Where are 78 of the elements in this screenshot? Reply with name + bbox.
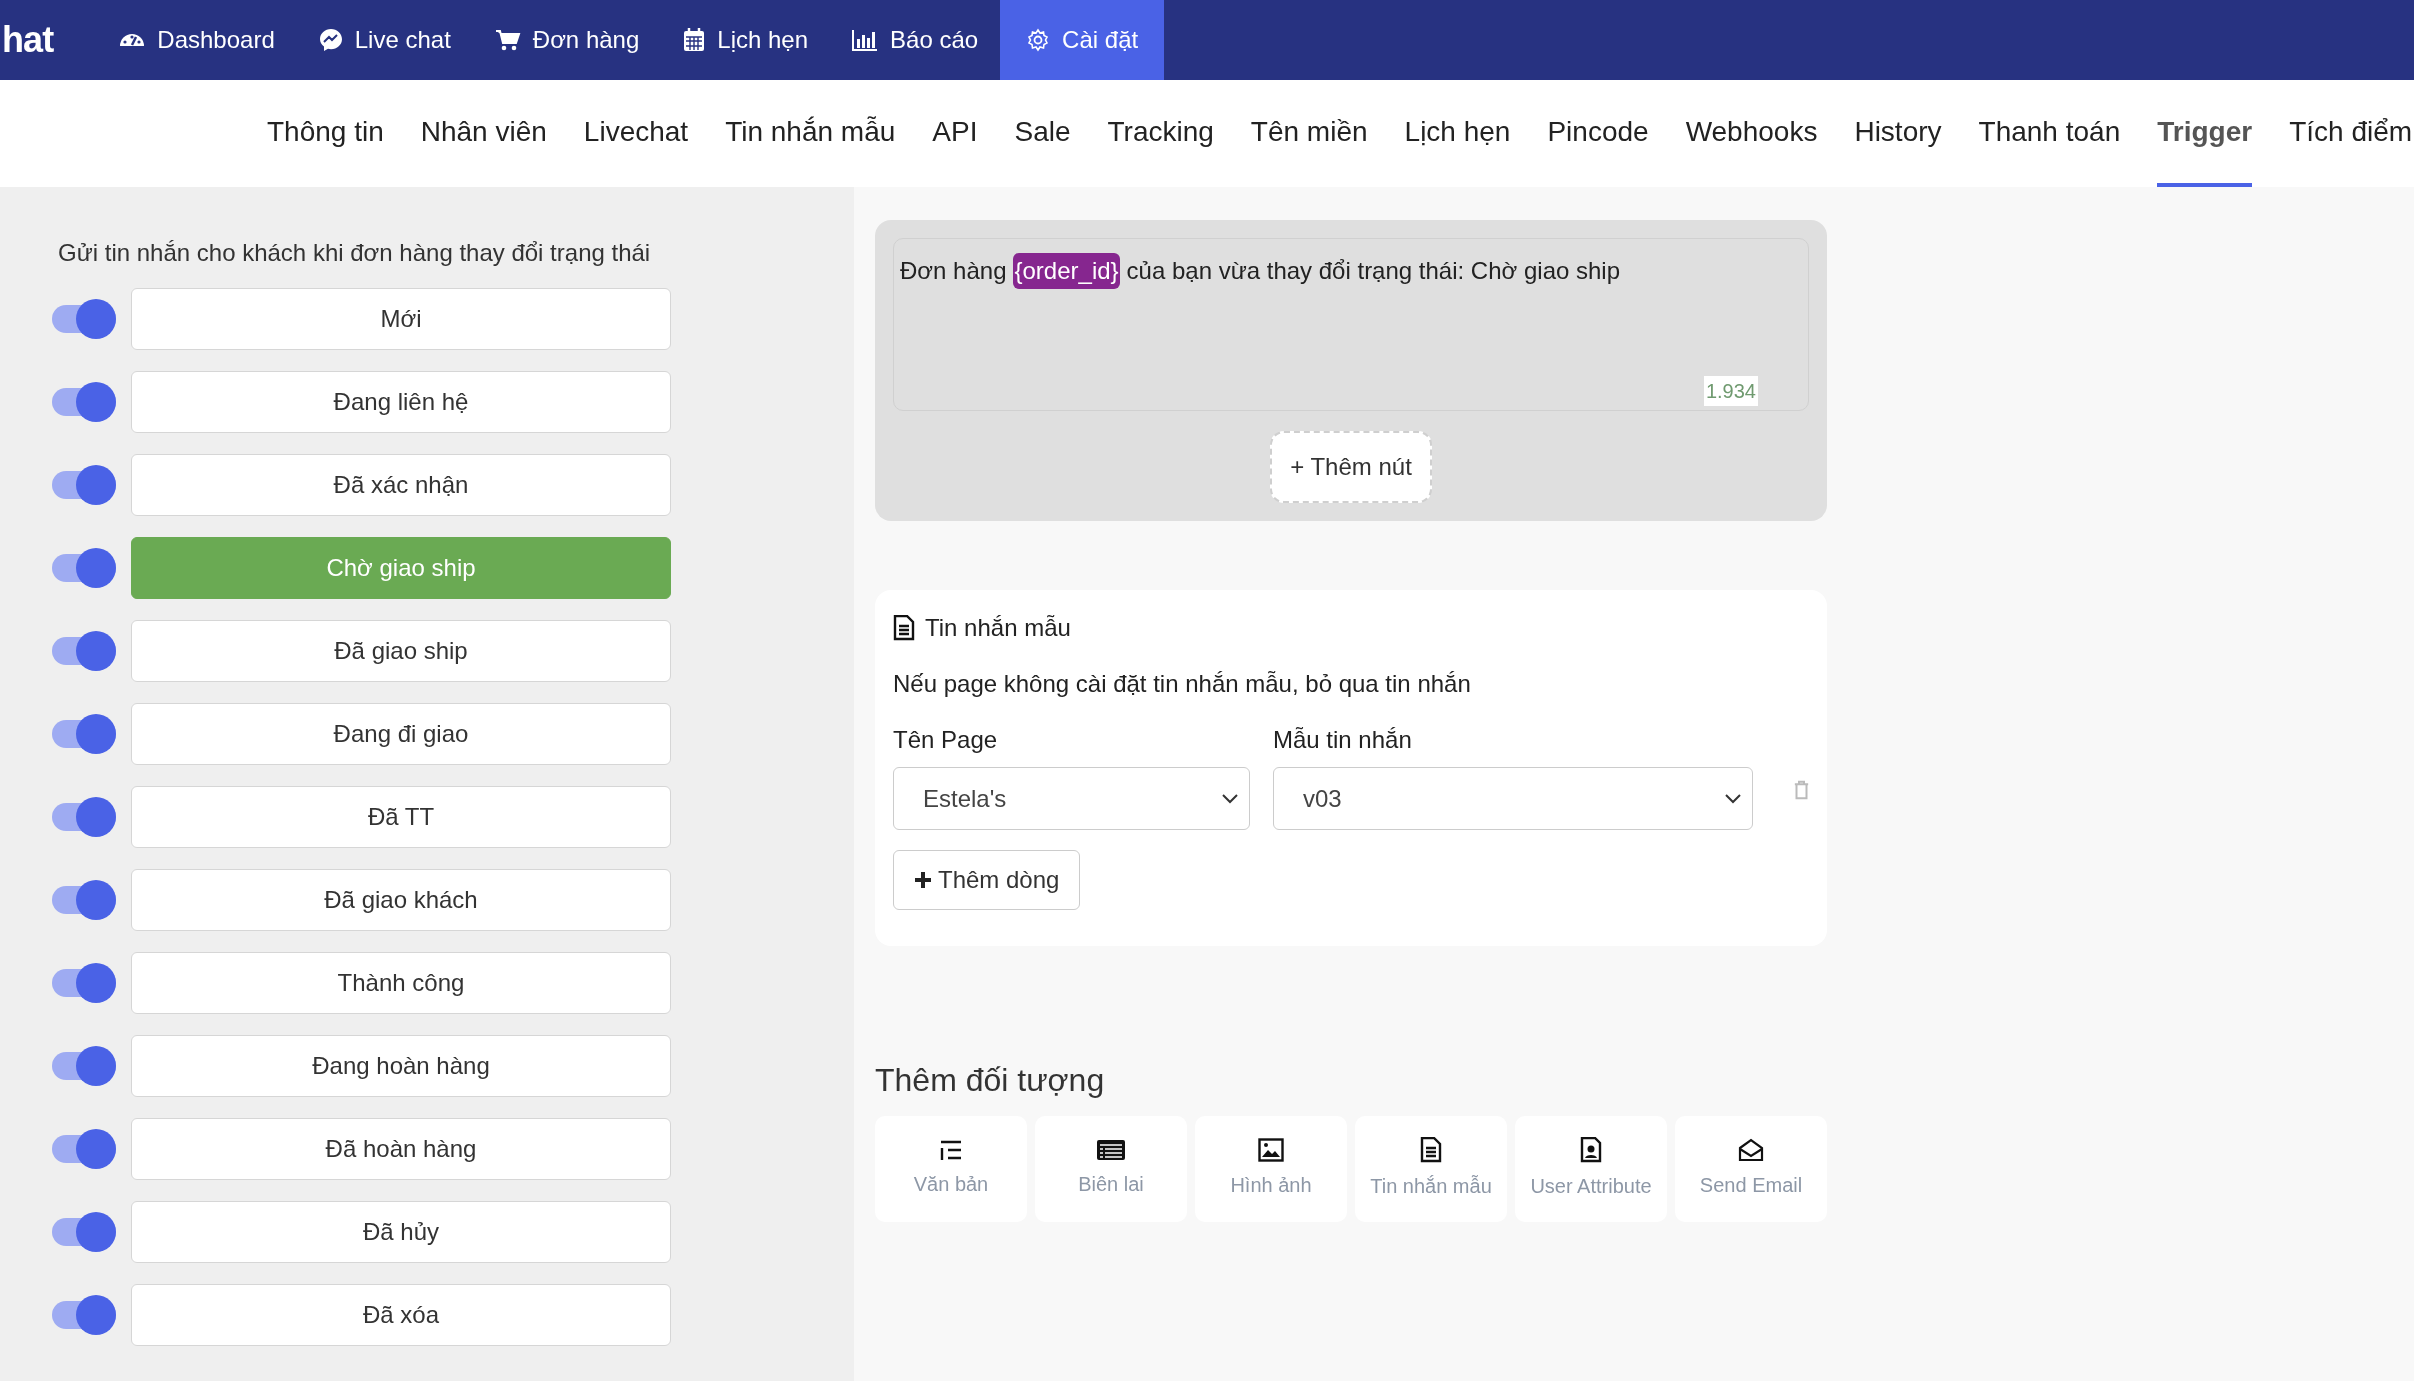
status-button[interactable]: Đã giao ship — [131, 620, 671, 682]
section-title: Thêm đối tượng — [875, 1061, 1106, 1100]
plus-icon — [914, 871, 932, 889]
settings-tab[interactable]: Sale — [1014, 80, 1071, 187]
nav-item[interactable]: Cài đặt — [1000, 0, 1165, 80]
field-label: Mẫu tin nhắn — [1273, 725, 1413, 755]
panel-title: Gửi tin nhắn cho khách khi đơn hàng thay đổi trạng thái — [58, 238, 652, 268]
document-icon — [893, 615, 915, 641]
status-button[interactable]: Đang liên hệ — [131, 371, 671, 433]
toggle-switch[interactable] — [52, 1295, 116, 1335]
toggle-switch[interactable] — [52, 797, 116, 837]
calendar-icon — [683, 28, 706, 52]
add-row-button[interactable]: Thêm dòng — [893, 850, 1081, 910]
message-text: Đơn hàng — [900, 256, 1007, 286]
status-button[interactable]: Đã hủy — [131, 1201, 671, 1263]
toggle-switch[interactable] — [52, 382, 116, 422]
variable-tag: {order_id} — [1013, 253, 1120, 289]
envelope-icon — [1738, 1138, 1764, 1162]
status-button[interactable]: Thành công — [131, 952, 671, 1014]
brand-logo[interactable]: hat — [2, 13, 54, 67]
image-icon — [1258, 1138, 1284, 1162]
section-title: Tin nhắn mẫu — [925, 613, 1071, 643]
toggle-switch[interactable] — [52, 1212, 116, 1252]
status-button[interactable]: Đang đi giao — [131, 703, 671, 765]
settings-tab[interactable]: History — [1854, 80, 1942, 187]
toggle-switch[interactable] — [52, 880, 116, 920]
settings-tab[interactable]: Lịch hẹn — [1404, 80, 1511, 187]
message-text: của bạn vừa thay đổi trạng thái: Chờ giao ship — [1126, 256, 1621, 286]
settings-tab[interactable]: Pincode — [1547, 80, 1649, 187]
settings-icon — [1026, 28, 1051, 52]
chevron-down-icon — [1724, 792, 1742, 805]
status-button[interactable]: Đã xóa — [131, 1284, 671, 1346]
chat-bubble-icon — [318, 28, 343, 52]
settings-tab[interactable]: Livechat — [583, 80, 689, 187]
gauge-icon — [119, 33, 146, 47]
nav-item[interactable]: Lịch hẹn — [661, 0, 831, 80]
toggle-switch[interactable] — [52, 548, 116, 588]
toggle-switch[interactable] — [52, 714, 116, 754]
chevron-down-icon — [1221, 792, 1239, 805]
toggle-switch[interactable] — [52, 1046, 116, 1086]
settings-tab[interactable]: Nhân viên — [420, 80, 547, 187]
status-button[interactable]: Đã xác nhận — [131, 454, 671, 516]
note-text: Nếu page không cài đặt tin nhắn mẫu, bỏ qua tin nhắn — [893, 669, 1472, 699]
add-button[interactable]: + Thêm nút — [1270, 431, 1432, 503]
page-select[interactable]: Estela's — [893, 767, 1250, 830]
settings-tab[interactable]: Tracking — [1107, 80, 1214, 187]
user-document-icon — [1580, 1137, 1602, 1163]
settings-tab[interactable]: Thanh toán — [1978, 80, 2121, 187]
field-label: Tên Page — [893, 725, 999, 755]
status-button[interactable]: Đang hoàn hàng — [131, 1035, 671, 1097]
nav-item[interactable]: Báo cáo — [830, 0, 1001, 80]
settings-tab[interactable]: API — [932, 80, 978, 187]
character-counter: 1.934 — [1703, 376, 1758, 406]
toggle-switch[interactable] — [52, 299, 116, 339]
list-icon — [939, 1139, 963, 1161]
message-input[interactable]: Đơn hàng {order_id} của bạn vừa thay đổi trạng thái: Chờ giao ship 1.934 — [893, 238, 1809, 411]
bar-chart-icon — [852, 29, 879, 51]
settings-tab[interactable]: Tích điểm — [2289, 80, 2413, 187]
nav-item[interactable]: Đơn hàng — [472, 0, 662, 80]
settings-tab[interactable]: Thông tin — [267, 80, 384, 187]
status-button[interactable]: Mới — [131, 288, 671, 350]
nav-item[interactable]: Live chat — [296, 0, 473, 80]
nav-item[interactable]: Dashboard — [97, 0, 297, 80]
settings-tab[interactable]: Trigger — [2157, 80, 2253, 187]
settings-tab[interactable]: Tin nhắn mẫu — [725, 80, 896, 187]
receipt-icon — [1096, 1139, 1126, 1161]
toggle-switch[interactable] — [52, 963, 116, 1003]
toggle-switch[interactable] — [52, 465, 116, 505]
status-button[interactable]: Đã TT — [131, 786, 671, 848]
document-icon — [1420, 1137, 1442, 1163]
toggle-switch[interactable] — [52, 1129, 116, 1169]
settings-tab[interactable]: Webhooks — [1685, 80, 1818, 187]
settings-tab[interactable]: Tên miền — [1250, 80, 1368, 187]
cart-icon — [494, 29, 521, 51]
template-select[interactable]: v03 — [1273, 767, 1753, 830]
toggle-switch[interactable] — [52, 631, 116, 671]
status-button[interactable]: Đã hoàn hàng — [131, 1118, 671, 1180]
status-button[interactable]: Đã giao khách — [131, 869, 671, 931]
